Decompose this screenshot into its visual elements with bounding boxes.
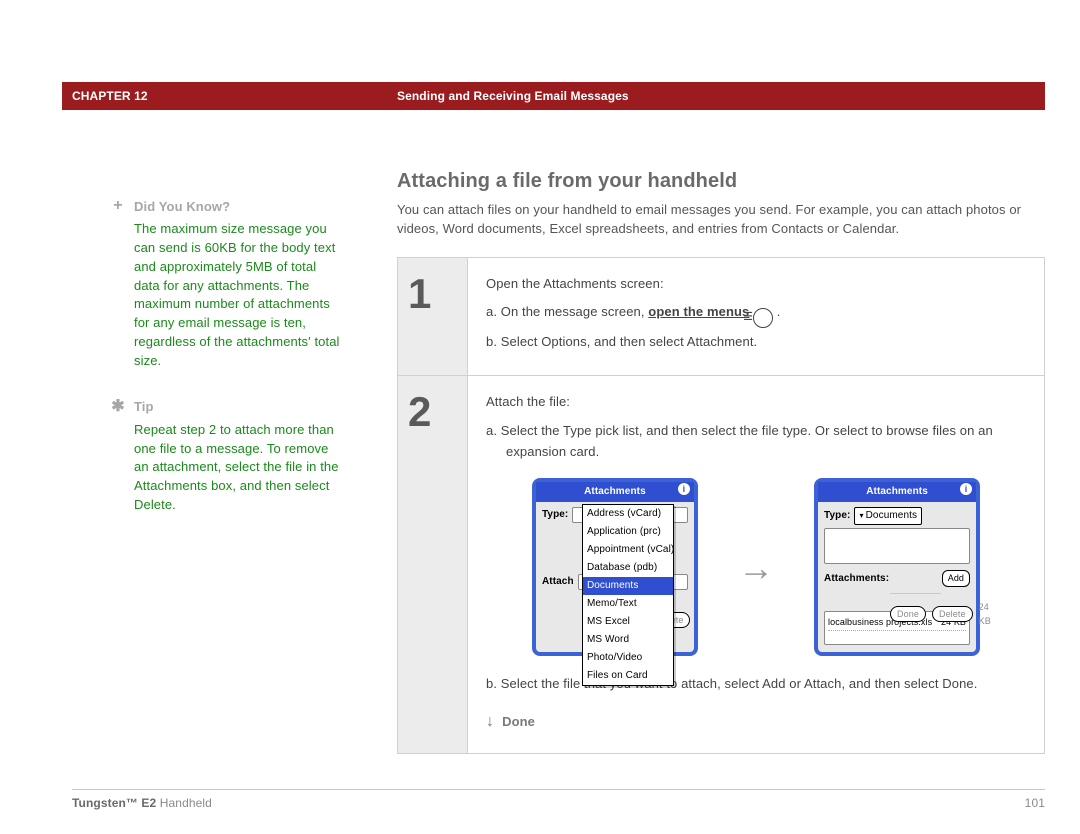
- steps-container: 1 Open the Attachments screen: a. On the…: [397, 257, 1045, 754]
- arrow-right-icon: →: [738, 539, 774, 597]
- menu-icon: ☰: [753, 308, 773, 328]
- step-2-lead: Attach the file:: [486, 392, 1026, 413]
- menu-item: Appointment (vCal): [583, 541, 673, 559]
- palm2-delete-button: Delete: [932, 606, 973, 622]
- type-dropdown-menu: Address (vCard) Application (prc) Appoin…: [582, 504, 674, 686]
- step-1b: b. Select Options, and then select Attac…: [486, 332, 1026, 353]
- done-indicator: ↓ Done: [486, 709, 1026, 735]
- palm2-type-pick: Documents: [854, 507, 922, 525]
- did-you-know-body: The maximum size message you can send is…: [110, 220, 345, 371]
- tip-body: Repeat step 2 to attach more than one fi…: [110, 421, 345, 515]
- palm2-done-button: Done: [890, 606, 926, 622]
- menu-item: Memo/Text: [583, 595, 673, 613]
- asterisk-icon: ✱: [110, 399, 126, 415]
- page-number: 101: [1025, 796, 1045, 810]
- palm2-total-size: 24 KB: [979, 600, 991, 629]
- chapter-header: CHAPTER 12 Sending and Receiving Email M…: [62, 82, 1045, 110]
- menu-item: MS Word: [583, 631, 673, 649]
- palm2-add-button: Add: [942, 570, 970, 586]
- menu-item: MS Excel: [583, 613, 673, 631]
- step-1-number: 1: [398, 258, 468, 375]
- palm-screen-2: Attachments i Type: Documents At: [814, 478, 980, 656]
- palm2-attach-label: Attachments:: [824, 571, 889, 587]
- tip-heading: Tip: [134, 399, 154, 414]
- step-2b: b. Select the file that you want to atta…: [486, 674, 1026, 695]
- palm1-title: Attachments: [584, 486, 646, 497]
- palm-screen-1: Attachments i Type: Address (vC: [532, 478, 698, 656]
- step-2-number: 2: [398, 376, 468, 753]
- palm1-attach-label: Attach: [542, 574, 574, 590]
- menu-item: Database (pdb): [583, 559, 673, 577]
- chapter-title: Sending and Receiving Email Messages: [397, 89, 629, 103]
- step-1: 1 Open the Attachments screen: a. On the…: [398, 258, 1044, 376]
- sidebar: + Did You Know? The maximum size message…: [110, 198, 345, 543]
- info-icon: i: [960, 483, 972, 495]
- page-intro: You can attach files on your handheld to…: [397, 201, 1045, 239]
- menu-item-selected: Documents: [583, 577, 673, 595]
- palm-screenshots: Attachments i Type: Address (vC: [486, 478, 1026, 656]
- done-arrow-icon: ↓: [486, 709, 494, 735]
- step-2a: a. Select the Type pick list, and then s…: [486, 421, 1026, 463]
- open-the-menus-link[interactable]: open the menus: [648, 304, 749, 319]
- main-content: Attaching a file from your handheld You …: [397, 170, 1045, 754]
- tip-block: ✱ Tip Repeat step 2 to attach more than …: [110, 399, 345, 515]
- chapter-label: CHAPTER 12: [72, 89, 148, 103]
- product-name: Tungsten™ E2 Handheld: [72, 796, 212, 810]
- page-title: Attaching a file from your handheld: [397, 170, 1045, 193]
- step-1-lead: Open the Attachments screen:: [486, 274, 1026, 295]
- did-you-know-heading: Did You Know?: [134, 199, 230, 214]
- palm2-title: Attachments: [866, 486, 928, 497]
- plus-icon: +: [110, 198, 126, 214]
- info-icon: i: [678, 483, 690, 495]
- palm1-type-label: Type:: [542, 507, 568, 523]
- palm2-type-label: Type:: [824, 508, 850, 524]
- step-2: 2 Attach the file: a. Select the Type pi…: [398, 376, 1044, 753]
- menu-item: Files on Card: [583, 667, 673, 685]
- menu-item: Address (vCard): [583, 505, 673, 523]
- did-you-know-block: + Did You Know? The maximum size message…: [110, 198, 345, 371]
- menu-item: Photo/Video: [583, 649, 673, 667]
- done-label: Done: [502, 712, 535, 733]
- step-1a: a. On the message screen, open the menus…: [486, 302, 1026, 328]
- menu-item: Application (prc): [583, 523, 673, 541]
- page-footer: Tungsten™ E2 Handheld 101: [72, 789, 1045, 810]
